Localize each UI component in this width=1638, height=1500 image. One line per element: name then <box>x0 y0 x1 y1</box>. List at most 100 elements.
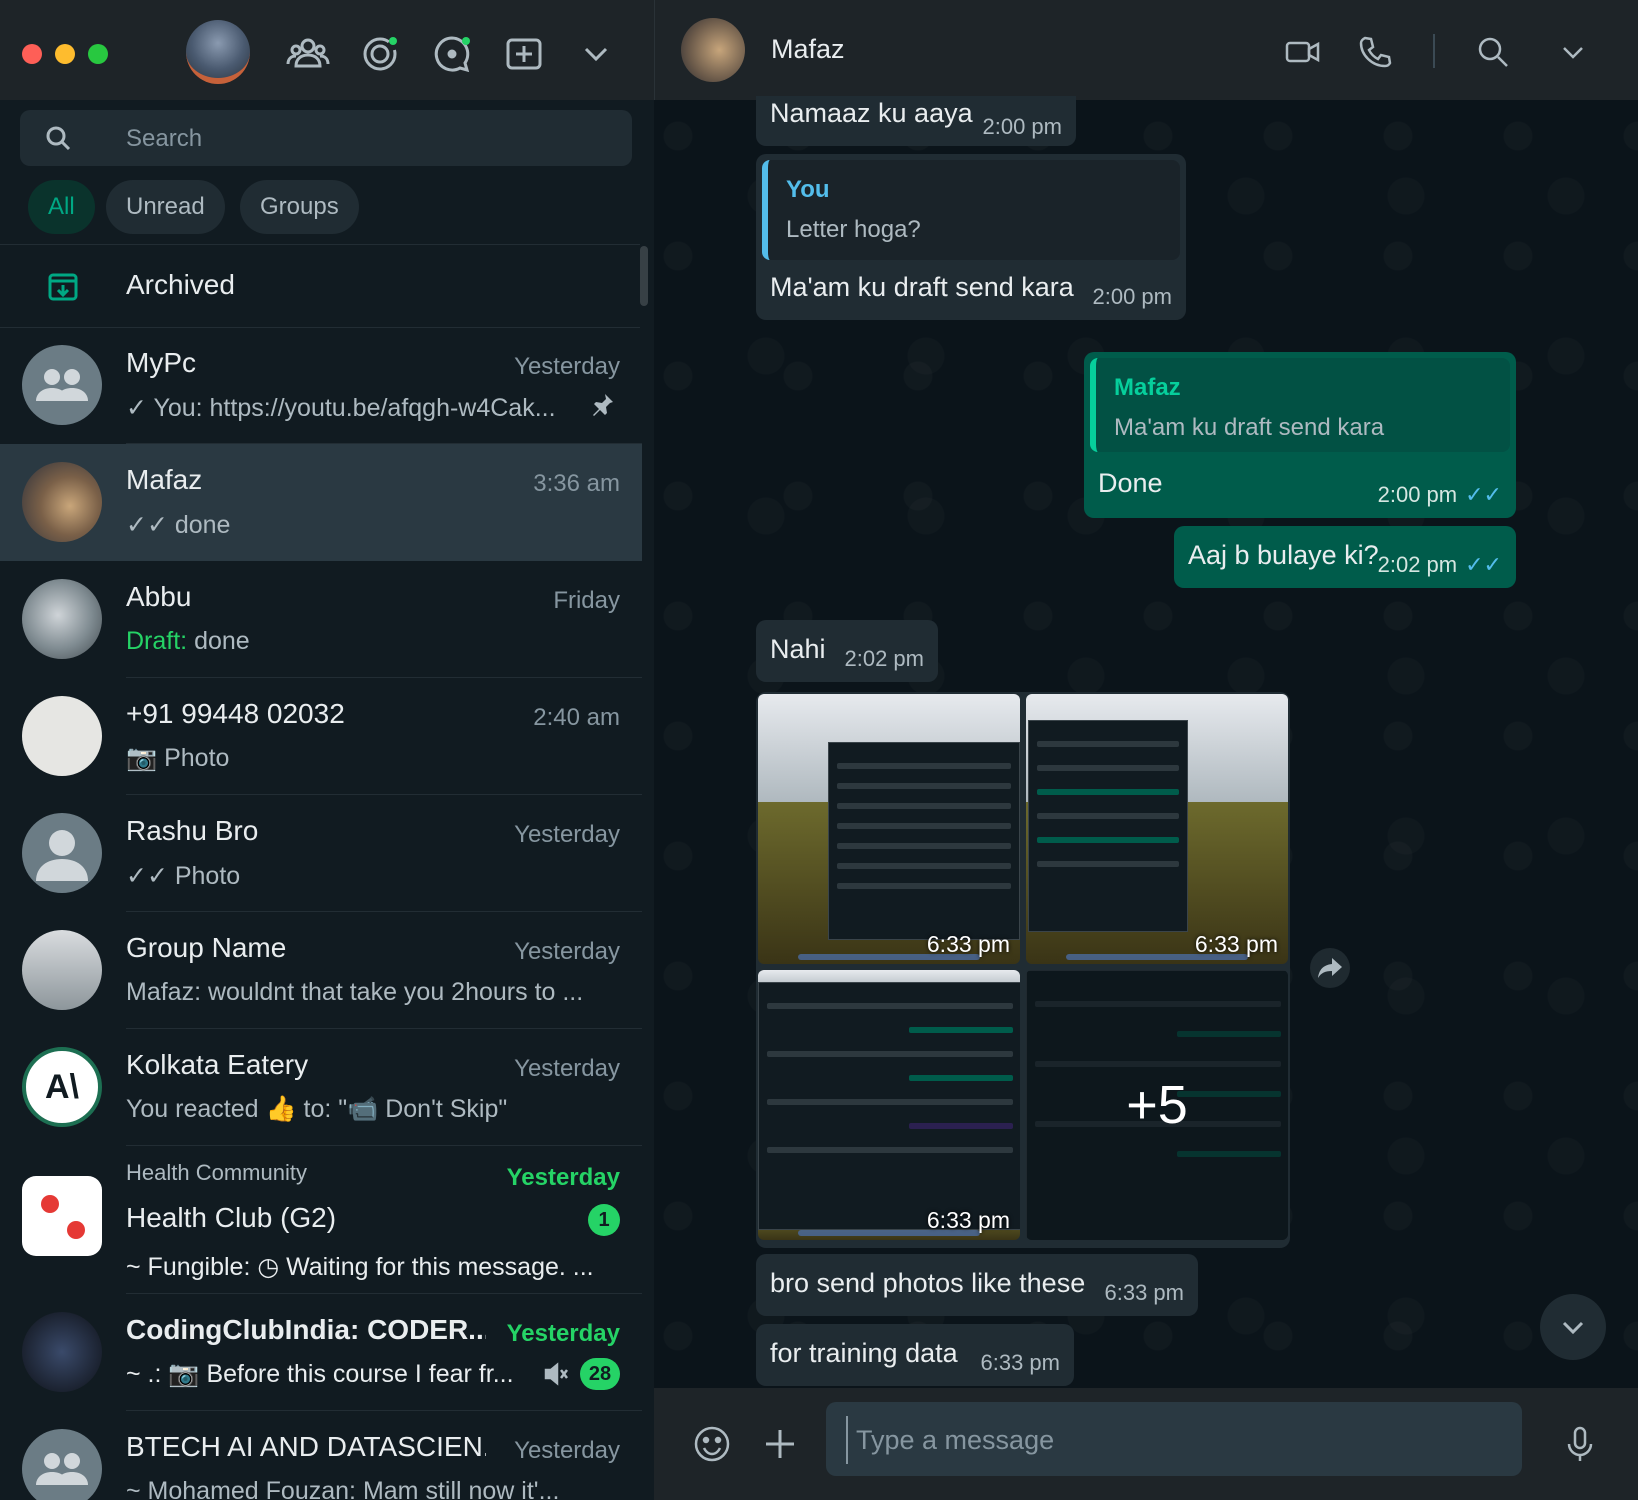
quoted-message[interactable]: Mafaz Ma'am ku draft send kara <box>1090 358 1510 452</box>
video-call-icon[interactable] <box>1283 32 1323 72</box>
message-text: bro send photos like these <box>770 1268 1086 1298</box>
group-avatar <box>22 930 102 1010</box>
minimize-window-button[interactable] <box>55 44 75 64</box>
conversation-pane: Mafaz Namaaz ku aaya 2:00 pm You Letter … <box>654 0 1638 1500</box>
chat-preview: 📷 Photo <box>126 744 596 773</box>
search-bar <box>20 110 632 166</box>
camera-icon: 📷 <box>126 744 158 772</box>
close-window-button[interactable] <box>22 44 42 64</box>
chat-preview: ~ Fungible: ◷ Waiting for this message. … <box>126 1253 594 1281</box>
chat-time: Yesterday <box>514 938 620 965</box>
quoted-author: You <box>786 176 830 203</box>
community-name: Health Community <box>126 1160 307 1185</box>
photo-thumbnail[interactable]: 6:33 pm <box>1026 694 1288 964</box>
conversation-header: Mafaz <box>654 0 1638 100</box>
message-meta: 2:02 pm ✓✓ <box>1378 552 1502 578</box>
unread-badge: 28 <box>580 1358 620 1390</box>
incoming-message[interactable]: Namaaz ku aaya 2:00 pm <box>756 96 1076 146</box>
incoming-message[interactable]: Nahi 2:02 pm <box>756 620 938 682</box>
chat-time: Friday <box>553 587 620 614</box>
chat-time: Yesterday <box>506 1320 620 1347</box>
chat-item-btech-ai[interactable]: BTECH AI AND DATASCIEN... Yesterday ~ Mo… <box>0 1411 642 1500</box>
zoom-window-button[interactable] <box>88 44 108 64</box>
filter-unread-chip[interactable]: Unread <box>106 180 225 234</box>
chat-time: Yesterday <box>514 1437 620 1464</box>
chat-preview: ~ Mohamed Fouzan: Mam still now it'... <box>126 1477 560 1500</box>
contact-avatar <box>22 462 102 542</box>
voice-call-icon[interactable] <box>1355 32 1395 72</box>
chat-item-mypc[interactable]: MyPc Yesterday ✓ You: https://youtu.be/a… <box>0 327 642 444</box>
forward-icon[interactable] <box>1310 948 1350 988</box>
microphone-icon[interactable] <box>1558 1422 1602 1466</box>
chevron-down-icon[interactable] <box>574 32 618 76</box>
chat-name: Health Club (G2) <box>126 1202 337 1233</box>
group-avatar <box>22 345 102 425</box>
chat-name: CodingClubIndia: CODER... <box>126 1314 486 1345</box>
sidebar-header <box>0 0 654 100</box>
communities-icon[interactable] <box>286 32 330 76</box>
photo-thumbnail[interactable]: 6:33 pm <box>758 970 1020 1240</box>
message-meta: 2:00 pm ✓✓ <box>1378 482 1502 508</box>
chat-name: Kolkata Eatery <box>126 1049 309 1080</box>
chat-list-scrollbar[interactable] <box>640 246 648 306</box>
search-input[interactable] <box>124 118 608 160</box>
chat-preview: Mafaz: wouldnt that take you 2hours to .… <box>126 978 584 1006</box>
channel-avatar: A\ <box>22 1047 102 1127</box>
profile-avatar[interactable] <box>186 20 250 84</box>
chat-time: Yesterday <box>514 821 620 848</box>
community-avatar <box>22 1176 102 1256</box>
photo-thumbnail[interactable]: 6:33 pm <box>758 694 1020 964</box>
channels-icon[interactable] <box>430 32 474 76</box>
archived-label: Archived <box>126 269 235 300</box>
photo-time: 6:33 pm <box>926 1207 1010 1233</box>
draft-label: Draft: <box>126 627 188 655</box>
chat-preview: ✓✓ done <box>126 511 231 539</box>
chat-time: Yesterday <box>514 353 620 380</box>
quoted-text: Letter hoga? <box>786 216 921 243</box>
attach-plus-icon[interactable] <box>758 1422 802 1466</box>
chat-item-phone-number[interactable]: +91 99448 02032 2:40 am 📷 Photo <box>0 678 642 795</box>
quoted-message[interactable]: You Letter hoga? <box>762 160 1180 260</box>
archived-row[interactable]: Archived <box>0 244 640 328</box>
chat-preview: ✓✓ Photo <box>126 862 241 890</box>
chat-item-group-name[interactable]: Group Name Yesterday Mafaz: wouldnt that… <box>0 912 642 1029</box>
contact-name[interactable]: Mafaz <box>771 34 845 65</box>
photo-time: 6:33 pm <box>1194 931 1278 957</box>
status-icon[interactable] <box>358 32 402 76</box>
incoming-reply-message[interactable]: You Letter hoga? Ma'am ku draft send kar… <box>756 154 1186 320</box>
outgoing-message[interactable]: Aaj b bulaye ki? 2:02 pm ✓✓ <box>1174 526 1516 588</box>
incoming-message[interactable]: for training data 6:33 pm <box>756 1324 1074 1386</box>
message-text: Namaaz ku aaya <box>770 98 973 128</box>
message-text: Done <box>1098 468 1163 498</box>
chat-item-health-club[interactable]: Health Community Health Club (G2) Yester… <box>0 1146 642 1294</box>
message-composer <box>654 1388 1638 1500</box>
contact-avatar[interactable] <box>681 18 745 82</box>
incoming-message[interactable]: bro send photos like these 6:33 pm <box>756 1254 1198 1316</box>
chat-item-abbu[interactable]: Abbu Friday Draft: done <box>0 561 642 678</box>
chat-preview: ~ .: 📷 Before this course I fear fr... <box>126 1360 514 1388</box>
photo-thumbnail-more[interactable]: +5 <box>1026 970 1288 1240</box>
muted-icon <box>542 1360 570 1388</box>
whatsapp-window: All Unread Groups Archived MyPc Yesterda… <box>0 0 1638 1500</box>
chat-item-codingclubindia[interactable]: CodingClubIndia: CODER... Yesterday ~ .:… <box>0 1294 642 1411</box>
chat-item-rashu-bro[interactable]: Rashu Bro Yesterday ✓✓ Photo <box>0 795 642 912</box>
message-text: Aaj b bulaye ki? <box>1188 540 1379 570</box>
message-text: for training data <box>770 1338 958 1368</box>
filter-all-chip[interactable]: All <box>28 180 95 234</box>
outgoing-reply-message[interactable]: Mafaz Ma'am ku draft send kara Done 2:00… <box>1084 352 1516 518</box>
photo-album[interactable]: 6:33 pm 6:33 pm 6:33 pm +5 <box>756 692 1290 1248</box>
filter-groups-chip[interactable]: Groups <box>240 180 359 234</box>
contact-avatar <box>22 579 102 659</box>
search-icon[interactable] <box>1473 32 1513 72</box>
chat-item-mafaz[interactable]: Mafaz 3:36 am ✓✓ done <box>0 444 642 561</box>
default-avatar <box>22 813 102 893</box>
new-chat-icon[interactable] <box>502 32 546 76</box>
scroll-to-bottom-button[interactable] <box>1540 1294 1606 1360</box>
emoji-icon[interactable] <box>690 1422 734 1466</box>
chevron-down-icon[interactable] <box>1553 32 1593 72</box>
message-input[interactable] <box>846 1416 1498 1464</box>
group-avatar <box>22 1429 102 1500</box>
chat-name: Abbu <box>126 581 192 612</box>
chat-item-kolkata-eatery[interactable]: A\ Kolkata Eatery Yesterday You reacted … <box>0 1029 642 1146</box>
header-divider <box>1433 34 1435 68</box>
